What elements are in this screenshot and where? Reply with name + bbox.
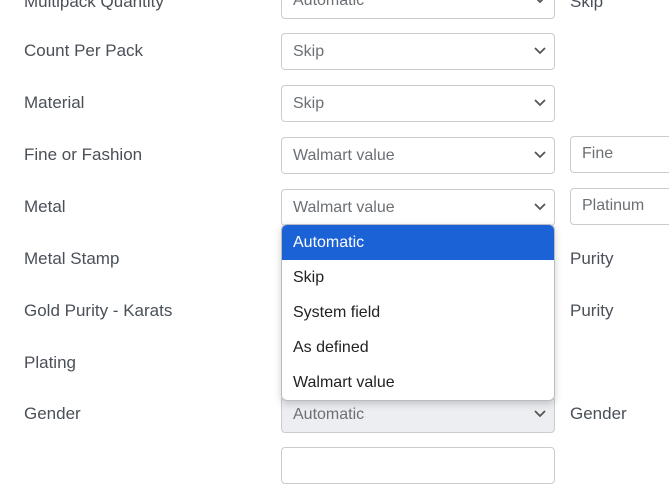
select-fine-or-fashion[interactable]: Walmart value: [281, 137, 555, 174]
select-value: Skip: [293, 95, 325, 112]
label-plating: Plating: [24, 353, 76, 372]
label-material: Material: [24, 93, 85, 112]
value-metal-stamp-extra: Purity: [570, 249, 614, 268]
chevron-down-icon: [534, 47, 546, 55]
select-gender[interactable]: Automatic: [281, 396, 555, 433]
label-count-per-pack: Count Per Pack: [24, 41, 144, 60]
value-gender-extra: Gender: [570, 404, 627, 423]
chevron-down-icon: [534, 99, 546, 107]
input-value: Platinum: [582, 197, 645, 214]
select-value: Automatic: [293, 0, 365, 9]
value-gold-purity-extra: Purity: [570, 301, 614, 320]
select-value: Walmart value: [293, 147, 395, 164]
select-next-row[interactable]: [281, 447, 555, 484]
input-metal[interactable]: Platinum: [570, 188, 669, 225]
dropdown-option-skip[interactable]: Skip: [282, 260, 554, 295]
dropdown-menu: Automatic Skip System field As defined W…: [281, 224, 555, 401]
chevron-down-icon: [534, 410, 546, 418]
dropdown-option-system-field[interactable]: System field: [282, 295, 554, 330]
label-gold-purity-karats: Gold Purity - Karats: [24, 301, 173, 320]
input-value: Fine: [582, 145, 614, 162]
label-fine-or-fashion: Fine or Fashion: [24, 145, 143, 164]
label-gender: Gender: [24, 404, 81, 423]
value-multipack-extra: Skip: [570, 0, 604, 11]
select-material[interactable]: Skip: [281, 85, 555, 122]
select-value: Automatic: [293, 406, 365, 423]
select-value: Walmart value: [293, 199, 395, 216]
label-metal: Metal: [24, 197, 66, 216]
chevron-down-icon: [534, 203, 546, 211]
chevron-down-icon: [534, 151, 546, 159]
chevron-down-icon: [536, 0, 544, 4]
label-multipack-quantity: Multipack Quantity: [24, 0, 164, 11]
dropdown-option-as-defined[interactable]: As defined: [282, 330, 554, 365]
select-metal[interactable]: Walmart value: [281, 189, 555, 226]
label-metal-stamp: Metal Stamp: [24, 249, 120, 268]
select-count-per-pack[interactable]: Skip: [281, 33, 555, 70]
dropdown-option-automatic[interactable]: Automatic: [282, 225, 554, 260]
dropdown-option-walmart-value[interactable]: Walmart value: [282, 365, 554, 400]
select-multipack-quantity[interactable]: Automatic: [281, 0, 555, 19]
input-fine-or-fashion[interactable]: Fine: [570, 136, 669, 173]
select-value: Skip: [293, 43, 325, 60]
